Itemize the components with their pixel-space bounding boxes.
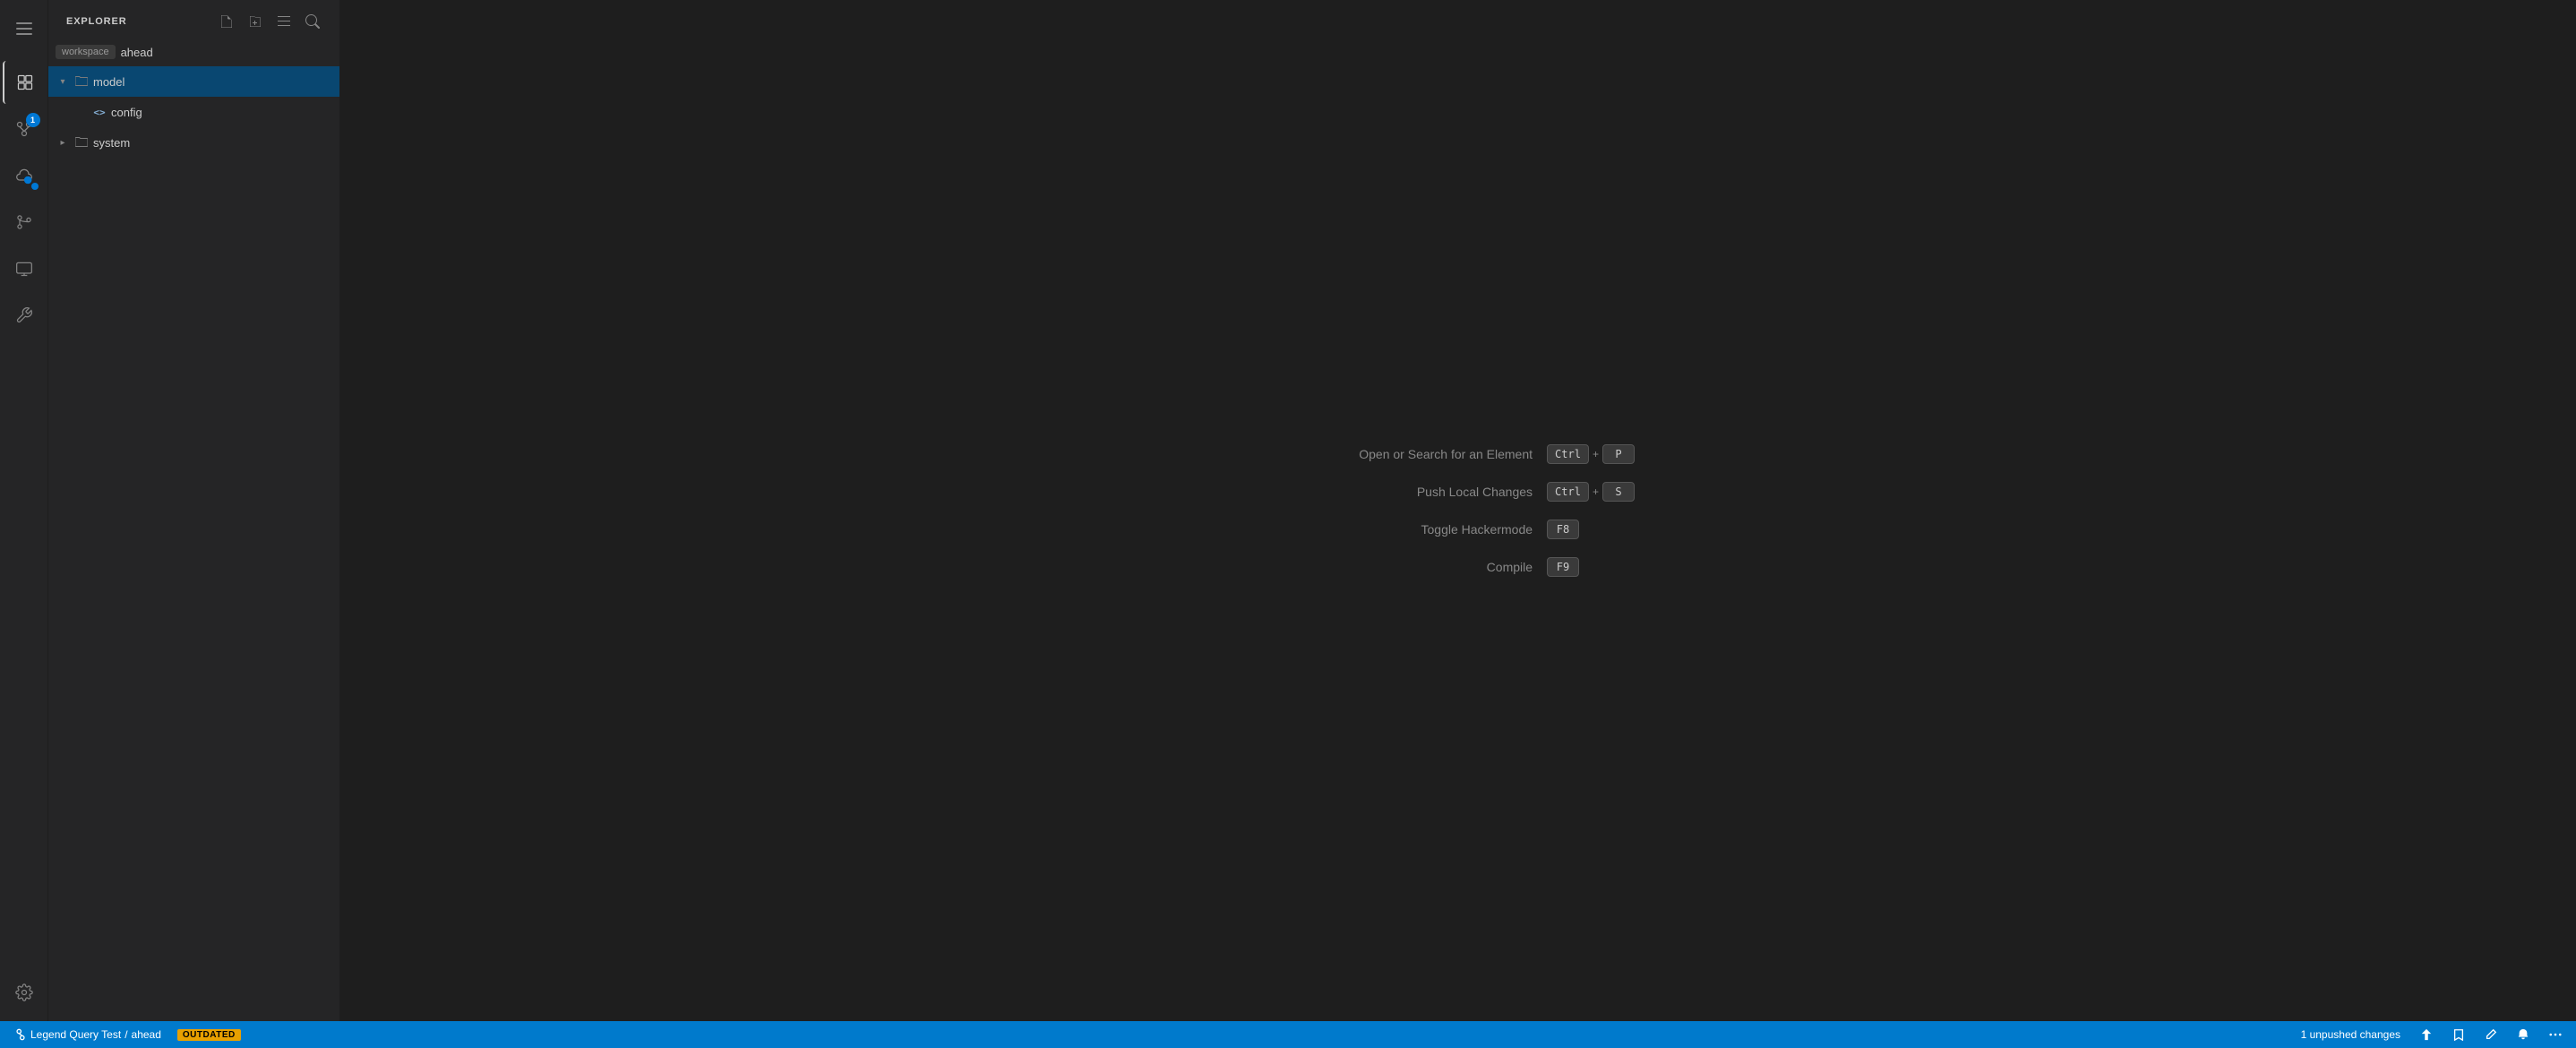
outdated-badge: OUTDATED [177, 1029, 241, 1041]
activity-bar: 1 [0, 0, 48, 1021]
status-project-name: Legend Query Test [30, 1028, 121, 1041]
branch-icon[interactable] [3, 201, 46, 244]
shortcut-label-compile: Compile [1282, 560, 1533, 574]
kbd-ctrl-push: Ctrl [1547, 482, 1589, 502]
new-folder-button[interactable] [243, 9, 268, 34]
main-content: Open or Search for an Element Ctrl + P P… [340, 0, 2576, 1021]
tree-item-model[interactable]: model [48, 66, 339, 97]
workspace-bar: workspace ahead [48, 41, 339, 66]
shortcut-row-open: Open or Search for an Element Ctrl + P [1282, 444, 1635, 464]
file-tree: model <> config system [48, 66, 339, 1021]
sidebar-title: EXPLORER [66, 16, 127, 27]
source-control-badge: 1 [26, 113, 40, 127]
shortcut-keys-compile: F9 [1547, 557, 1579, 577]
sidebar: EXPLORER [48, 0, 340, 1021]
cloud-icon[interactable] [3, 154, 46, 197]
status-unpushed[interactable]: 1 unpushed changes [2297, 1021, 2404, 1048]
sidebar-actions [214, 9, 325, 34]
status-left: Legend Query Test / ahead OUTDATED [11, 1021, 245, 1048]
unpushed-changes-text: 1 unpushed changes [2301, 1028, 2400, 1041]
status-bell-icon[interactable] [2513, 1021, 2533, 1048]
kbd-plus-push: + [1593, 485, 1599, 498]
tree-label-system: system [93, 136, 130, 150]
tree-label-config: config [111, 106, 142, 119]
search-button[interactable] [300, 9, 325, 34]
bookmark-icon [2452, 1028, 2465, 1041]
status-bar: Legend Query Test / ahead OUTDATED 1 unp… [0, 1021, 2576, 1048]
chevron-system [56, 135, 70, 150]
wrench-icon[interactable] [3, 294, 46, 337]
shortcut-keys-push: Ctrl + S [1547, 482, 1635, 502]
source-control-icon[interactable]: 1 [3, 107, 46, 150]
sidebar-header: EXPLORER [48, 0, 339, 41]
shortcut-keys-open: Ctrl + P [1547, 444, 1635, 464]
source-control-status-icon [14, 1028, 27, 1041]
collapse-all-button[interactable] [271, 9, 296, 34]
status-separator: / [125, 1028, 127, 1041]
status-upload-icon[interactable] [2417, 1021, 2436, 1048]
shortcuts-panel: Open or Search for an Element Ctrl + P P… [1282, 444, 1635, 577]
bell-icon [2517, 1028, 2529, 1041]
folder-icon-system [73, 134, 90, 150]
hamburger-menu-icon[interactable] [3, 7, 46, 50]
kbd-p-open: P [1602, 444, 1635, 464]
shortcut-row-hacker: Toggle Hackermode F8 [1282, 520, 1579, 539]
kbd-f9: F9 [1547, 557, 1579, 577]
explorer-icon[interactable] [3, 61, 46, 104]
status-right: 1 unpushed changes [2297, 1021, 2565, 1048]
tree-label-model: model [93, 75, 125, 89]
status-branch-name: ahead [132, 1028, 161, 1041]
kbd-s-push: S [1602, 482, 1635, 502]
shortcut-row-push: Push Local Changes Ctrl + S [1282, 482, 1635, 502]
kbd-ctrl-open: Ctrl [1547, 444, 1589, 464]
edit-icon [2485, 1028, 2497, 1041]
code-icon-config: <> [91, 104, 107, 120]
workspace-tag: workspace [56, 45, 116, 59]
status-bookmark-icon[interactable] [2449, 1021, 2469, 1048]
upload-icon [2420, 1028, 2433, 1041]
hamburger-lines [16, 22, 32, 35]
shortcut-row-compile: Compile F9 [1282, 557, 1579, 577]
new-file-button[interactable] [214, 9, 239, 34]
shortcut-keys-hacker: F8 [1547, 520, 1579, 539]
status-edit-icon[interactable] [2481, 1021, 2501, 1048]
shortcut-label-open: Open or Search for an Element [1282, 447, 1533, 461]
settings-icon[interactable] [3, 971, 46, 1014]
shortcut-label-push: Push Local Changes [1282, 485, 1533, 499]
activity-bar-top: 1 [3, 7, 46, 967]
status-more-icon[interactable] [2546, 1021, 2565, 1048]
status-project[interactable]: Legend Query Test / ahead [11, 1021, 165, 1048]
more-icon [2549, 1028, 2562, 1041]
chevron-model [56, 74, 70, 89]
tree-item-system[interactable]: system [48, 127, 339, 158]
shortcut-label-hacker: Toggle Hackermode [1282, 522, 1533, 537]
display-icon[interactable] [3, 247, 46, 290]
tree-item-config[interactable]: <> config [48, 97, 339, 127]
activity-bar-bottom [3, 971, 46, 1021]
folder-icon-model [73, 73, 90, 90]
kbd-plus-open: + [1593, 448, 1599, 460]
workspace-name: ahead [121, 46, 153, 59]
kbd-f8: F8 [1547, 520, 1579, 539]
status-outdated[interactable]: OUTDATED [174, 1021, 245, 1048]
